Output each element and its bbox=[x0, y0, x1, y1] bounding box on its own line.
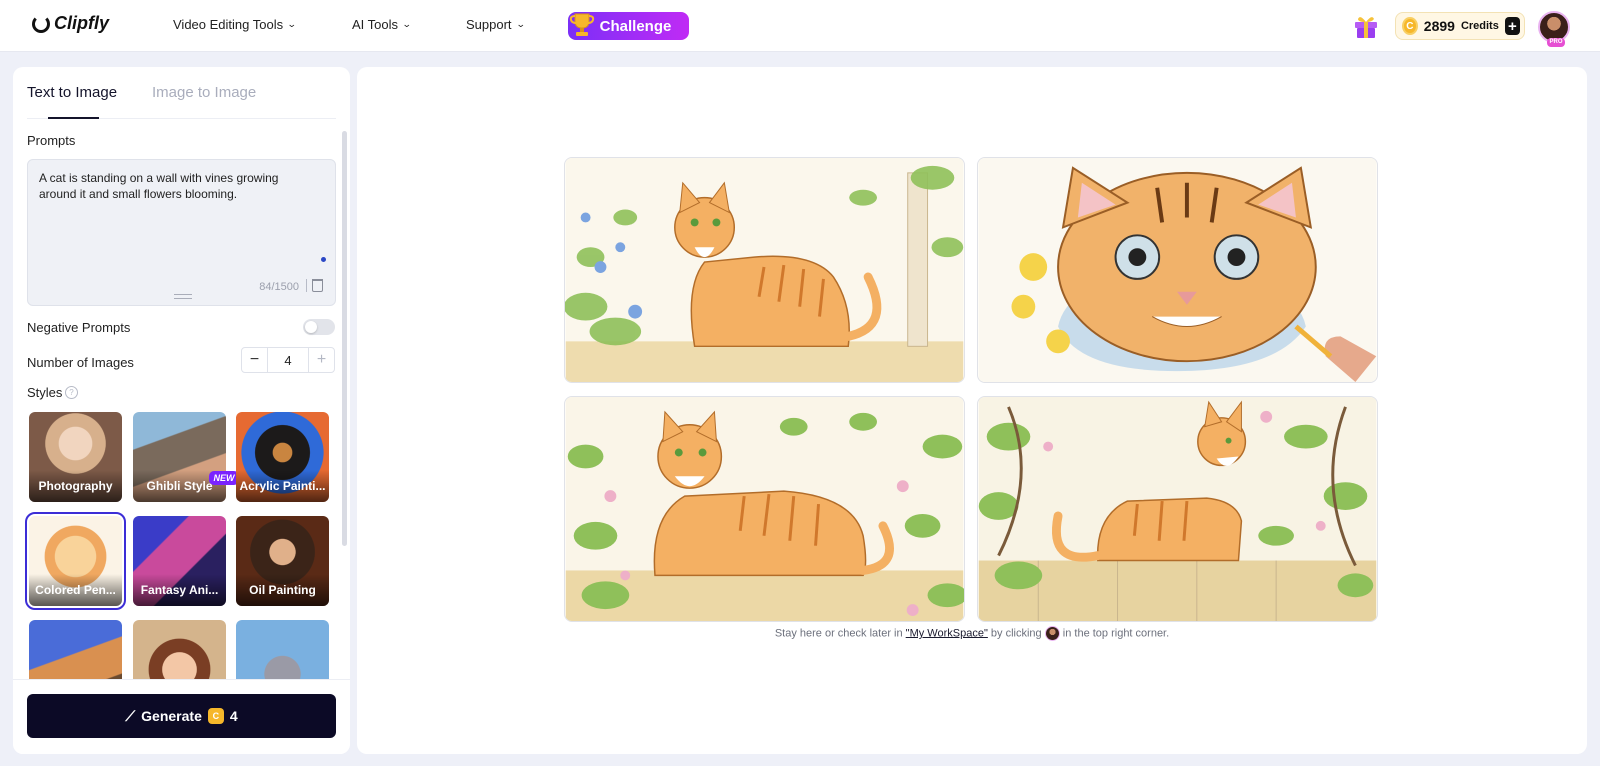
generate-button[interactable]: ⟋ Generate C 4 bbox=[27, 694, 336, 738]
style-colored-pencil[interactable]: Colored Pen... bbox=[25, 512, 126, 610]
prompt-textarea[interactable]: A cat is standing on a wall with vines g… bbox=[27, 159, 336, 306]
number-of-images-label: Number of Images bbox=[27, 355, 134, 370]
credits-label: Credits bbox=[1460, 20, 1499, 32]
add-credits-button[interactable]: + bbox=[1504, 17, 1520, 35]
increment-button[interactable]: + bbox=[308, 348, 334, 372]
negative-prompts-label: Negative Prompts bbox=[27, 320, 131, 335]
hint-prefix: Stay here or check later in bbox=[774, 627, 906, 640]
cat-on-wall-illustration bbox=[565, 158, 964, 382]
results-panel: Stay here or check later in "My WorkSpac… bbox=[357, 67, 1587, 754]
cat-on-fence-illustration bbox=[978, 397, 1377, 621]
prompts-label: Prompts bbox=[27, 133, 76, 148]
status-dot bbox=[321, 257, 326, 262]
nav-support[interactable]: Support ⌄ bbox=[466, 17, 526, 32]
credits-badge[interactable]: C 2899 Credits + bbox=[1395, 12, 1525, 40]
hint-middle: by clicking bbox=[987, 627, 1045, 640]
style-label: Photography bbox=[29, 470, 122, 502]
brand-name: Clipfly bbox=[54, 13, 110, 33]
nav-label: AI Tools bbox=[352, 17, 399, 32]
number-of-images-stepper: − 4 + bbox=[241, 347, 335, 373]
chevron-down-icon: ⌄ bbox=[515, 19, 526, 29]
top-bar: Clipfly Video Editing Tools ⌄ AI Tools ⌄… bbox=[0, 0, 1600, 52]
generated-image-4[interactable] bbox=[977, 396, 1378, 622]
chevron-down-icon: ⌄ bbox=[286, 19, 297, 29]
cat-face-illustration bbox=[978, 158, 1377, 382]
hint-suffix: in the top right corner. bbox=[1059, 627, 1170, 640]
generate-label: Generate bbox=[141, 708, 202, 724]
negative-prompts-toggle[interactable] bbox=[303, 319, 335, 335]
resize-handle[interactable] bbox=[174, 294, 192, 299]
user-avatar[interactable]: PRO bbox=[1538, 11, 1570, 47]
decrement-button[interactable]: − bbox=[242, 348, 268, 372]
chevron-down-icon: ⌄ bbox=[401, 19, 412, 29]
nav-video-editing-tools[interactable]: Video Editing Tools ⌄ bbox=[173, 17, 297, 32]
styles-label: Styles bbox=[27, 385, 63, 400]
style-label: Colored Pen... bbox=[29, 574, 122, 606]
char-count: 84/1500 bbox=[259, 281, 299, 293]
credits-value: 2899 bbox=[1423, 18, 1455, 34]
generator-panel: Text to Image Image to Image Prompts A c… bbox=[13, 67, 350, 754]
style-label: Oil Painting bbox=[236, 574, 329, 606]
style-oil-painting[interactable]: Oil Painting bbox=[236, 516, 329, 606]
coin-icon: C bbox=[1402, 17, 1418, 35]
generated-image-1[interactable] bbox=[564, 157, 965, 383]
my-workspace-link[interactable]: "My WorkSpace" bbox=[906, 627, 988, 639]
challenge-label: Challenge bbox=[599, 17, 672, 35]
style-acrylic-painting[interactable]: Acrylic Painti... bbox=[236, 412, 329, 502]
panel-scrollbar[interactable] bbox=[342, 131, 347, 546]
clipfly-logo-icon bbox=[32, 14, 50, 33]
generated-image-3[interactable] bbox=[564, 396, 965, 622]
coin-icon: C bbox=[207, 708, 224, 724]
nav-label: Support bbox=[466, 17, 512, 32]
nav-label: Video Editing Tools bbox=[173, 17, 284, 32]
magic-wand-icon: ⟋ bbox=[125, 707, 136, 724]
trophy-icon bbox=[569, 13, 595, 36]
new-badge: NEW bbox=[209, 471, 239, 485]
mode-tabs: Text to Image Image to Image bbox=[27, 67, 336, 119]
nav-ai-tools[interactable]: AI Tools ⌄ bbox=[352, 17, 412, 32]
active-tab-indicator bbox=[48, 117, 99, 119]
gift-icon[interactable] bbox=[1352, 12, 1380, 40]
toggle-knob bbox=[305, 321, 317, 333]
tab-image-to-image[interactable]: Image to Image bbox=[152, 84, 256, 101]
avatar-icon bbox=[1044, 626, 1060, 641]
workspace-hint: Stay here or check later in "My WorkSpac… bbox=[357, 626, 1587, 641]
style-ghibli[interactable]: Ghibli Style bbox=[133, 412, 226, 502]
style-label: Acrylic Painti... bbox=[236, 470, 329, 502]
tab-text-to-image[interactable]: Text to Image bbox=[27, 84, 117, 101]
brand-logo[interactable]: Clipfly bbox=[32, 13, 109, 34]
style-photography[interactable]: Photography bbox=[29, 412, 122, 502]
style-fantasy-anime[interactable]: Fantasy Ani... bbox=[133, 516, 226, 606]
cat-with-vines-illustration bbox=[565, 397, 964, 621]
generate-footer: ⟋ Generate C 4 bbox=[13, 679, 350, 754]
style-label: Fantasy Ani... bbox=[133, 574, 226, 606]
number-of-images-value[interactable]: 4 bbox=[268, 348, 308, 372]
generated-image-2[interactable] bbox=[977, 157, 1378, 383]
prompt-text[interactable]: A cat is standing on a wall with vines g… bbox=[39, 170, 309, 202]
divider bbox=[306, 279, 307, 292]
pro-badge: PRO bbox=[1547, 38, 1565, 47]
generate-cost: 4 bbox=[229, 708, 238, 724]
help-icon[interactable]: ? bbox=[65, 386, 78, 399]
trash-icon[interactable] bbox=[312, 279, 323, 292]
